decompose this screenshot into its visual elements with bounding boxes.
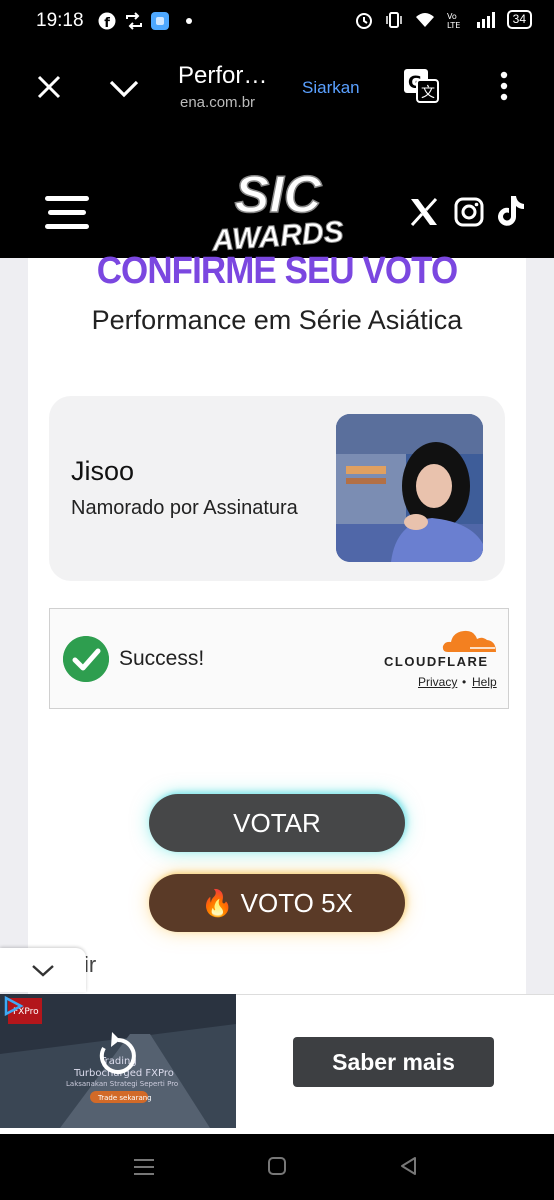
vote-button[interactable]: VOTAR <box>149 794 405 852</box>
more-options-icon[interactable] <box>498 70 510 102</box>
svg-text:Vo: Vo <box>447 12 457 21</box>
hamburger-menu-icon[interactable] <box>45 196 91 230</box>
ad-image-text-4: Trade sekarang <box>97 1094 152 1102</box>
browser-toolbar: Perfor… ena.com.br Siarkan G文 <box>0 44 554 131</box>
recent-apps-icon[interactable] <box>134 1158 154 1176</box>
chevron-down-icon[interactable] <box>108 74 140 102</box>
tiktok-icon[interactable] <box>497 194 527 228</box>
back-icon[interactable] <box>399 1156 417 1176</box>
status-bar: 19:18 f Vo LTE 34 <box>0 0 554 44</box>
alarm-icon <box>355 12 372 29</box>
svg-text:文: 文 <box>421 85 435 101</box>
ad-collapse-button[interactable] <box>0 948 86 992</box>
facebook-icon: f <box>98 12 116 30</box>
dot-icon <box>186 18 192 24</box>
signal-icon <box>476 11 495 28</box>
share-button[interactable]: Siarkan <box>302 78 360 98</box>
navigation-bar <box>0 1134 554 1200</box>
chevron-down-icon <box>32 965 54 977</box>
page-domain: ena.com.br <box>180 94 256 111</box>
privacy-link[interactable]: Privacy <box>418 675 457 689</box>
battery-icon: 34 <box>506 10 532 29</box>
nominee-photo <box>336 414 483 562</box>
captcha-status: Success! <box>119 647 205 670</box>
app-icon <box>151 12 169 30</box>
help-link[interactable]: Help <box>472 675 497 689</box>
vote-5x-button[interactable]: 🔥 VOTO 5X <box>149 874 405 932</box>
translate-icon[interactable]: G文 <box>403 68 439 104</box>
success-check-icon <box>63 636 109 682</box>
ad-cta-button[interactable]: Saber mais <box>293 1037 494 1087</box>
wifi-icon <box>415 12 434 27</box>
page-title: Perfor… <box>178 62 268 89</box>
logo-line1: SIC <box>235 166 323 224</box>
status-icons: Vo LTE 34 <box>355 10 532 29</box>
ad-image[interactable]: FXPro Trading Turbocharged FXPro Laksana… <box>0 994 236 1128</box>
svg-text:f: f <box>104 16 110 30</box>
x-icon[interactable] <box>408 196 440 228</box>
cloudflare-brand: CLOUDFLARE <box>384 654 489 669</box>
nominee-name: Jisoo <box>71 456 135 486</box>
confirm-heading: CONFIRME SEU VOTO <box>96 250 458 292</box>
ad-image-text-3: Laksanakan Strategi Seperti Pro <box>66 1080 178 1088</box>
vibrate-icon <box>385 11 402 28</box>
status-time: 19:18 <box>36 10 84 31</box>
instagram-icon[interactable] <box>454 197 484 227</box>
cloudflare-cloud-icon <box>442 630 496 652</box>
volte-icon: VoLTE <box>447 12 460 29</box>
home-icon[interactable] <box>267 1156 287 1176</box>
category-title: Performance em Série Asiática <box>91 305 463 335</box>
link-separator: • <box>462 675 467 689</box>
close-icon[interactable] <box>34 72 64 102</box>
nominee-work: Namorado por Assinatura <box>71 497 298 519</box>
retweet-icon <box>126 12 142 30</box>
ad-choices-icon[interactable] <box>2 996 24 1016</box>
site-logo[interactable]: SIC AWARDS <box>208 162 348 256</box>
svg-text:LTE: LTE <box>447 21 460 29</box>
